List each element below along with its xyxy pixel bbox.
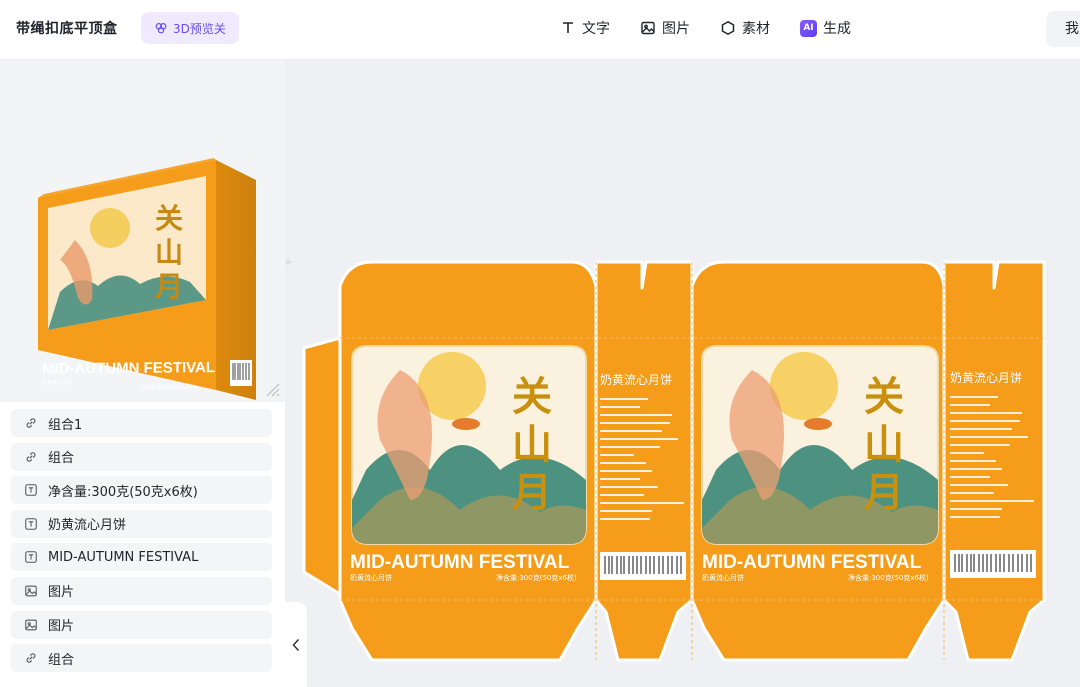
layer-label: 组合 <box>48 652 75 668</box>
layer-list: 组合1 组合 净含量:300克(50克x6枚) 奶黄流心月饼 MID-AUTUM… <box>11 409 272 678</box>
side-title-2[interactable]: 奶黄流心月饼 <box>950 371 1022 385</box>
layer-item-group[interactable]: 组合 <box>11 442 272 471</box>
3d-preview-toggle-button[interactable]: 3D预览关 <box>141 12 239 44</box>
front-product-name-1[interactable]: 奶黄流心月饼 <box>350 573 392 582</box>
layer-label: 组合1 <box>48 417 83 433</box>
layer-label: 净含量:300克(50克x6枚) <box>48 484 198 500</box>
image-icon <box>641 21 655 35</box>
left-panel: 关 山 月 MID-AUTUMN FESTIVAL 奶黄流心月饼 净含量:300… <box>0 60 285 687</box>
layer-label: 图片 <box>48 619 75 635</box>
text-icon <box>563 22 573 33</box>
text-box-icon <box>24 518 37 530</box>
front-banner-2[interactable]: MID-AUTUMN FESTIVAL <box>702 552 922 573</box>
layer-item-image[interactable]: 图片 <box>11 576 272 605</box>
tool-text[interactable]: 文字 <box>560 18 610 38</box>
svg-text:月: 月 <box>864 469 904 516</box>
text-box-icon <box>24 551 37 564</box>
svg-text:奶黄流心月饼: 奶黄流心月饼 <box>42 379 72 386</box>
3d-preview-toggle-label: 3D预览关 <box>173 21 226 36</box>
tool-generate-label: 生成 <box>823 21 851 37</box>
layer-item-image-2[interactable]: 图片 <box>11 610 272 639</box>
layer-label: 组合 <box>48 451 75 467</box>
front-net-content-1[interactable]: 净含量:300克(50克x6枚) <box>496 573 577 582</box>
svg-text:山: 山 <box>512 421 552 468</box>
front-net-content-2[interactable]: 净含量:300克(50克x6枚) <box>848 573 929 582</box>
link-icon <box>26 653 35 663</box>
front-banner-1[interactable]: MID-AUTUMN FESTIVAL <box>350 552 570 573</box>
link-icon <box>26 451 35 462</box>
preview-banner: MID-AUTUMN FESTIVAL <box>42 359 215 378</box>
layer-label: 图片 <box>48 585 75 601</box>
svg-text:月: 月 <box>154 270 183 303</box>
design-canvas[interactable]: 关 山 月 MID-AUTUMN FESTIVAL 奶黄流心月饼 净含量:300… <box>285 60 1080 687</box>
image-icon <box>24 619 37 630</box>
tool-image[interactable]: 图片 <box>640 18 690 38</box>
tool-generate[interactable]: AI 生成 <box>800 18 851 38</box>
layer-item-group1[interactable]: 组合1 <box>11 409 272 437</box>
svg-text:关: 关 <box>864 373 904 420</box>
svg-text:净含量:300克(50克x6枚): 净含量:300克(50克x6枚) <box>140 384 198 391</box>
svg-text:关: 关 <box>512 373 552 420</box>
toolbar: 文字 图片 素材 AI 生成 <box>560 14 881 42</box>
layer-label: MID-AUTUMN FESTIVAL <box>48 549 199 565</box>
collapse-panel-button[interactable] <box>285 602 307 687</box>
image-icon <box>24 585 37 597</box>
3d-cube-icon <box>155 23 167 34</box>
tool-image-label: 图片 <box>662 21 690 37</box>
tool-materials[interactable]: 素材 <box>720 18 770 38</box>
text-box-icon <box>24 484 37 496</box>
svg-text:山: 山 <box>155 236 183 269</box>
layer-item-product-name[interactable]: 奶黄流心月饼 <box>11 509 272 538</box>
hexagon-icon <box>721 20 735 36</box>
3d-box-preview[interactable]: 关 山 月 MID-AUTUMN FESTIVAL 奶黄流心月饼 净含量:300… <box>0 60 285 402</box>
preview-calligraphy: 关 <box>155 202 183 235</box>
document-title: 带绳扣底平顶盒 <box>16 21 118 37</box>
layer-item-group-2[interactable]: 组合 <box>11 644 272 673</box>
tool-text-label: 文字 <box>582 21 610 37</box>
front-product-name-2[interactable]: 奶黄流心月饼 <box>702 573 744 582</box>
chevron-left-icon <box>292 638 300 651</box>
svg-text:月: 月 <box>512 469 552 516</box>
resize-handle-icon[interactable] <box>263 380 281 398</box>
layer-item-net-content[interactable]: 净含量:300克(50克x6枚) <box>11 476 272 505</box>
my-menu-button[interactable]: 我 <box>1046 11 1080 47</box>
tool-materials-label: 素材 <box>742 21 770 37</box>
svg-text:山: 山 <box>864 421 904 468</box>
link-icon <box>26 418 35 428</box>
top-bar: 带绳扣底平顶盒 3D预览关 文字 图片 素材 AI 生成 我 <box>0 0 1080 60</box>
ai-icon: AI <box>800 19 817 37</box>
layer-label: 奶黄流心月饼 <box>48 518 127 534</box>
layer-item-festival-title[interactable]: MID-AUTUMN FESTIVAL <box>11 543 272 572</box>
side-title-1[interactable]: 奶黄流心月饼 <box>600 373 672 387</box>
